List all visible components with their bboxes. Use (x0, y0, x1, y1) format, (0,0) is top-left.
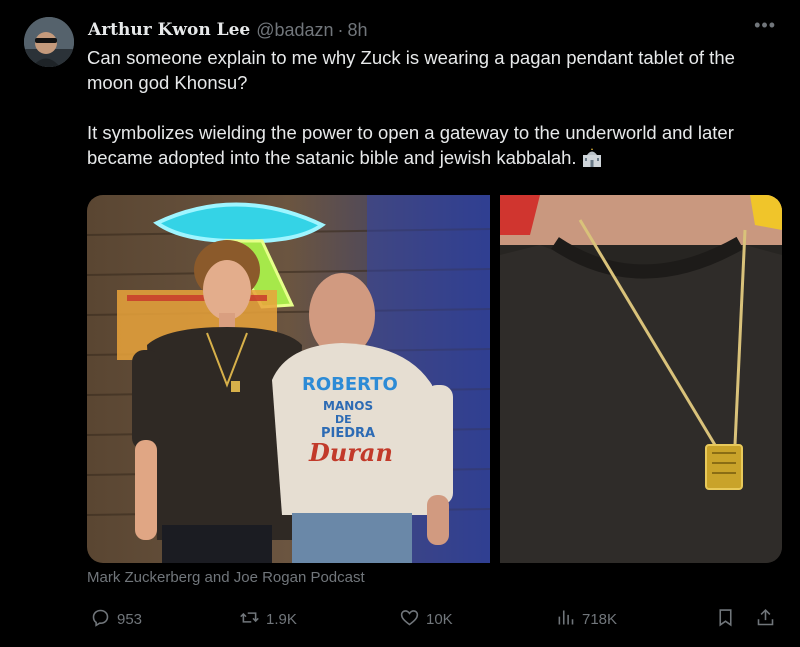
more-options-icon[interactable]: ••• (754, 15, 776, 36)
hoodie-text-manos: MANOS (323, 399, 373, 413)
retweet-count: 1.9K (266, 610, 297, 628)
share-button[interactable] (755, 607, 776, 631)
synagogue-emoji-icon (581, 146, 603, 168)
photo-zuckerberg-rogan[interactable]: ROBERTO MANOS DE PIEDRA Duran (87, 195, 490, 563)
bookmark-button[interactable] (715, 607, 736, 631)
avatar[interactable] (24, 17, 74, 67)
views-button[interactable]: 718K (555, 607, 617, 631)
hoodie-text-duran: Duran (308, 438, 393, 467)
share-icon (755, 607, 776, 632)
tweet-paragraph-2: It symbolizes wielding the power to open… (87, 120, 777, 170)
retweet-icon (239, 607, 260, 632)
photo-left-image: ROBERTO MANOS DE PIEDRA Duran (87, 195, 490, 563)
reply-icon (90, 607, 111, 632)
heart-icon (399, 607, 420, 632)
hoodie-text-de: DE (335, 413, 352, 426)
reply-count: 953 (117, 610, 143, 628)
photo-right-image (500, 195, 782, 563)
author-handle[interactable]: @badazn (256, 20, 333, 41)
photo-pendant-closeup[interactable] (500, 195, 782, 563)
tweet-media: ROBERTO MANOS DE PIEDRA Duran (87, 195, 782, 563)
hoodie-text-roberto: ROBERTO (302, 374, 398, 395)
timestamp[interactable]: 8h (348, 20, 368, 41)
like-count: 10K (426, 610, 453, 628)
reply-button[interactable]: 953 (90, 607, 142, 631)
tweet-header: Arthur Kwon Lee @badazn · 8h (88, 17, 368, 43)
retweet-button[interactable]: 1.9K (239, 607, 297, 631)
views-icon (555, 607, 576, 632)
author-name[interactable]: Arthur Kwon Lee (88, 20, 250, 40)
view-count: 718K (582, 610, 618, 628)
action-bar: 953 1.9K 10K 718K (87, 607, 777, 635)
tweet-paragraph-1: Can someone explain to me why Zuck is we… (87, 47, 735, 93)
like-button[interactable]: 10K (399, 607, 453, 631)
separator: · (337, 19, 344, 40)
tweet-paragraph-2-text: It symbolizes wielding the power to open… (87, 122, 734, 168)
media-caption: Mark Zuckerberg and Joe Rogan Podcast (87, 569, 365, 586)
tweet-text: Can someone explain to me why Zuck is we… (87, 45, 777, 170)
bookmark-icon (715, 607, 736, 632)
avatar-image (24, 17, 74, 67)
